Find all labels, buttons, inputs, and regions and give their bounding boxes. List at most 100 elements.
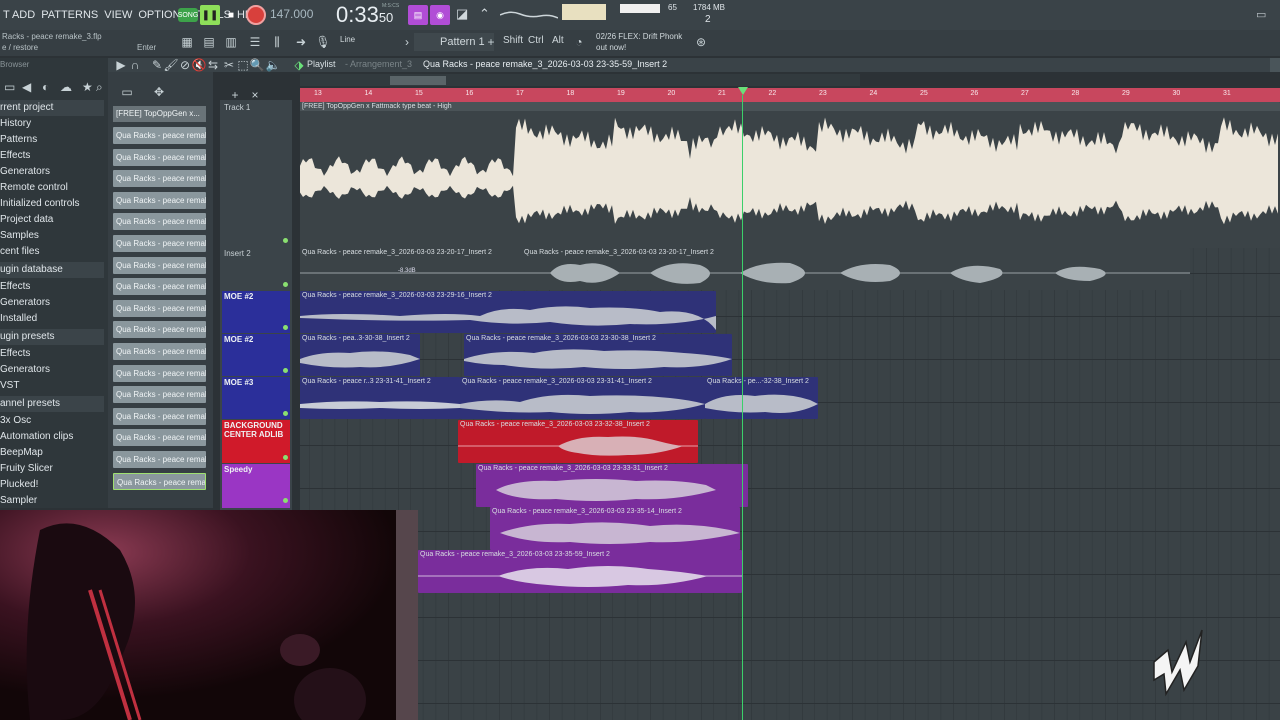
browser-item[interactable]: Plucked! — [0, 477, 104, 493]
track-label[interactable]: Track 1 — [222, 102, 290, 247]
record-button[interactable] — [246, 5, 266, 25]
clip-moe2-c[interactable]: Qua Racks - peace remake_3_2026-03-03 23… — [464, 334, 732, 376]
playlist-icon[interactable]: ▦ — [180, 34, 194, 50]
channel-item[interactable]: Qua Racks - peace remak — [113, 235, 206, 252]
browser-item[interactable]: ugin database — [0, 262, 104, 278]
pattern-song-icon[interactable]: ▤ — [408, 5, 428, 25]
shift-key-button[interactable]: Shift — [503, 35, 523, 46]
star-icon[interactable]: ★ — [82, 80, 93, 94]
track-mute-indicator[interactable] — [283, 282, 288, 287]
browser-item[interactable]: rrent project — [0, 100, 104, 116]
master-pitch-fader[interactable] — [562, 4, 606, 20]
track-mute-indicator[interactable] — [283, 368, 288, 373]
slice-icon[interactable]: ✂ — [222, 58, 236, 72]
track-label[interactable]: MOE #2 — [222, 291, 290, 333]
menu-patterns[interactable]: PATTERNS — [38, 9, 101, 21]
browser-item[interactable]: Effects — [0, 346, 104, 362]
channel-item[interactable]: Qua Racks - peace remak — [113, 191, 206, 209]
channel-item-beat[interactable]: [FREE] TopOppGen x... — [113, 106, 206, 122]
channel-item[interactable]: Qua Racks - peace remak — [113, 386, 206, 404]
clip-beat[interactable]: [FREE] TopOppGen x Fattmack type beat - … — [300, 102, 1280, 248]
browser-item[interactable]: BeepMap — [0, 445, 104, 461]
browser-item[interactable]: Initialized controls — [0, 196, 104, 212]
add-pattern-icon[interactable]: + — [484, 34, 498, 50]
channel-item[interactable]: Qua Racks - peace remak — [113, 299, 206, 317]
browser-item[interactable]: Fruity Slicer — [0, 461, 104, 477]
browser-item[interactable]: Generators — [0, 295, 104, 311]
channel-item[interactable]: Qua Racks - peace remak — [113, 343, 206, 360]
cloud-icon[interactable]: ☁ — [60, 80, 72, 94]
channel-item[interactable]: Qua Racks - peace remak — [113, 127, 206, 144]
clip-insert2[interactable]: Qua Racks - peace remake_3_2026-03-03 23… — [300, 248, 1190, 290]
clip-moe2-a[interactable]: Qua Racks - peace remake_3_2026-03-03 23… — [300, 291, 716, 333]
clip-speedy-a[interactable]: Qua Racks - peace remake_3_2026-03-03 23… — [476, 464, 748, 507]
horizontal-scrollbar[interactable] — [300, 74, 860, 86]
channel-item[interactable]: Qua Racks - peace remak — [113, 170, 206, 188]
clip-speedy-c[interactable]: Qua Racks - peace remake_3_2026-03-03 23… — [418, 550, 742, 593]
step-edit-icon[interactable]: ◉ — [430, 5, 450, 25]
browser-item[interactable]: Generators — [0, 362, 104, 378]
channel-item[interactable]: Qua Racks - peace remak — [113, 451, 206, 468]
arrangement-name[interactable]: - Arrangement_3 — [345, 59, 412, 69]
browser-item[interactable]: Installed — [0, 311, 104, 327]
blend-notes-icon[interactable]: ◪ — [456, 6, 468, 22]
metronome-icon[interactable]: ⌃ — [479, 6, 490, 22]
alt-key-button[interactable]: Alt — [552, 35, 564, 46]
clip-moe2-b[interactable]: Qua Racks - pea..3-30-38_Insert 2 — [300, 334, 420, 376]
channel-item[interactable]: Qua Racks - peace remak — [113, 321, 206, 339]
track-label[interactable]: BACKGROUND CENTER ADLIB — [222, 420, 290, 463]
browser-item[interactable]: Effects — [0, 279, 104, 295]
playhead-marker[interactable] — [738, 87, 748, 95]
magnet-icon[interactable]: ∩ — [128, 58, 142, 72]
mixer-icon[interactable]: ☰ — [248, 34, 262, 50]
channel-item[interactable]: Qua Racks - peace remak — [113, 364, 206, 382]
track-mute-indicator[interactable] — [283, 325, 288, 330]
slip-icon[interactable]: ⇆ — [206, 58, 220, 72]
channel-item[interactable]: Qua Racks - peace remak — [113, 472, 206, 490]
track-mute-indicator[interactable] — [283, 238, 288, 243]
clip-moe3-a[interactable]: Qua Racks - peace r..3 23-31-41_Insert 2 — [300, 377, 460, 419]
ctrl-key-button[interactable]: Ctrl — [528, 35, 544, 46]
track-label[interactable]: MOE #3 — [222, 377, 290, 419]
zoom-icon[interactable]: 🔍 — [250, 58, 265, 72]
browser-item[interactable]: Samples — [0, 228, 104, 244]
track-label[interactable]: Insert 2 — [222, 248, 290, 290]
browser-item[interactable]: Patterns — [0, 132, 104, 148]
pause-button[interactable]: ❚❚ — [200, 5, 220, 25]
clip-background-adlib[interactable]: Qua Racks - peace remake_3_2026-03-03 23… — [458, 420, 698, 463]
collapse-icon[interactable]: ◐ — [42, 80, 49, 94]
piano-roll-icon[interactable]: ▥ — [224, 34, 238, 50]
track-label[interactable]: MOE #2 — [222, 334, 290, 376]
pattern-selector[interactable]: Pattern 1 — [414, 33, 494, 51]
browser-item[interactable]: Remote control — [0, 180, 104, 196]
browser-item[interactable]: Automation clips — [0, 429, 104, 445]
speaker-icon[interactable]: 🔈 — [266, 58, 281, 72]
menu-add[interactable]: T ADD — [0, 9, 38, 21]
channel-item[interactable]: Qua Racks - peace remak — [113, 256, 206, 274]
timeline-ruler[interactable] — [300, 88, 1280, 102]
play-icon[interactable]: ▶ — [114, 58, 128, 72]
track-label[interactable]: Speedy — [222, 464, 290, 508]
minimize-icon[interactable]: ▭ — [1256, 8, 1266, 21]
chevron-right-icon[interactable]: › — [400, 34, 414, 50]
select-icon[interactable]: ⬚ — [236, 58, 250, 72]
search-icon[interactable]: ⌕ — [96, 80, 103, 95]
track-mute-indicator[interactable] — [283, 498, 288, 503]
pencil-icon[interactable]: ✎ — [150, 58, 164, 72]
channel-item[interactable]: Qua Racks - peace remak — [113, 148, 206, 166]
browser-item[interactable]: VST — [0, 378, 104, 394]
browser-item[interactable]: History — [0, 116, 104, 132]
channel-item[interactable]: Qua Racks - peace remak — [113, 429, 206, 447]
channel-item[interactable]: Qua Racks - peace remak — [113, 213, 206, 231]
clip-speedy-b[interactable]: Qua Racks - peace remake_3_2026-03-03 23… — [490, 507, 740, 550]
stop-button[interactable]: ■ — [224, 5, 238, 25]
track-mute-indicator[interactable] — [283, 411, 288, 416]
browser-item[interactable]: ugin presets — [0, 329, 104, 345]
tempo-display[interactable]: 147.000 — [270, 7, 313, 21]
arrangement-icon[interactable]: ⬗ — [292, 58, 306, 72]
paint-icon[interactable]: 🖌 — [163, 58, 178, 72]
browser-item[interactable]: Project data — [0, 212, 104, 228]
back-icon[interactable]: ◀ — [22, 80, 31, 94]
microphone-icon[interactable]: 🎙 — [315, 34, 330, 50]
clip-moe3-b[interactable]: Qua Racks - peace remake_3_2026-03-03 23… — [460, 377, 705, 419]
